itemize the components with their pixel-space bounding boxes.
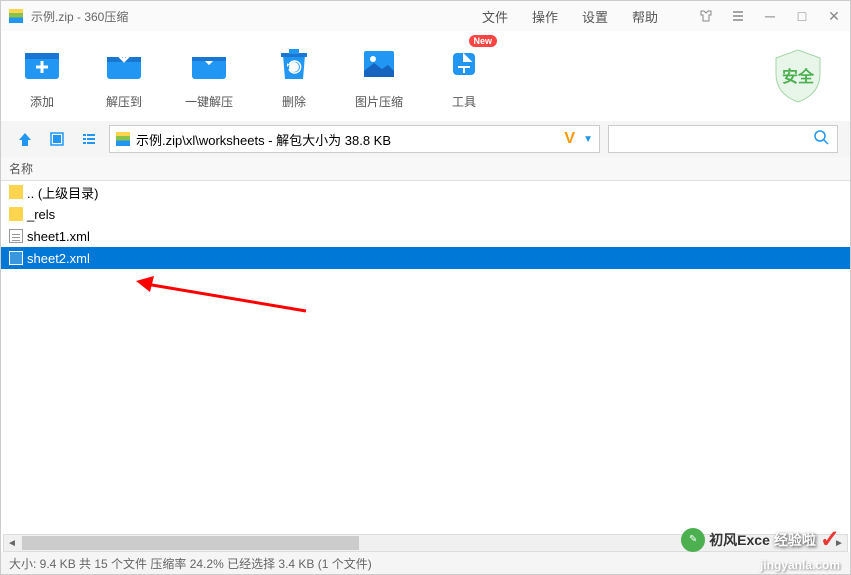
annotation-arrow — [136, 276, 316, 316]
up-button[interactable] — [13, 127, 37, 151]
skin-button[interactable] — [698, 8, 714, 24]
list-item[interactable]: sheet1.xml — [1, 225, 850, 247]
file-name: sheet2.xml — [27, 251, 90, 266]
file-name: _rels — [27, 207, 55, 222]
one-click-label: 一键解压 — [185, 93, 233, 110]
folder-icon — [9, 185, 23, 199]
path-dropdown[interactable]: ▼ — [583, 134, 593, 145]
delete-icon — [273, 43, 315, 85]
app-icon — [9, 9, 23, 23]
tools-button[interactable]: New 工具 — [443, 43, 485, 110]
menu-settings[interactable]: 设置 — [582, 7, 608, 26]
v-icon: V — [564, 130, 575, 148]
image-compress-button[interactable]: 图片压缩 — [355, 43, 403, 110]
watermark-check-icon: ✓ — [820, 525, 840, 554]
list-item[interactable]: _rels — [1, 203, 850, 225]
window-title: 示例.zip - 360压缩 — [31, 8, 128, 25]
menu-button[interactable] — [730, 8, 746, 24]
main-menu: 文件 操作 设置 帮助 — [482, 7, 658, 26]
one-click-icon — [188, 43, 230, 85]
menu-operate[interactable]: 操作 — [532, 7, 558, 26]
watermark-text2: 经验啦 — [774, 530, 816, 550]
add-button[interactable]: 添加 — [21, 43, 63, 110]
scrollbar-thumb[interactable] — [22, 536, 359, 550]
file-name: .. (上级目录) — [27, 183, 99, 202]
statusbar: 大小: 9.4 KB 共 15 个文件 压缩率 24.2% 已经选择 3.4 K… — [1, 552, 850, 574]
add-label: 添加 — [30, 93, 54, 110]
new-badge: New — [469, 35, 498, 47]
scroll-left[interactable]: ◄ — [4, 535, 20, 551]
extract-icon — [103, 43, 145, 85]
column-name: 名称 — [9, 160, 33, 177]
status-text: 大小: 9.4 KB 共 15 个文件 压缩率 24.2% 已经选择 3.4 K… — [9, 555, 372, 572]
xml-file-icon — [9, 229, 23, 243]
extract-to-label: 解压到 — [106, 93, 142, 110]
path-bar: 示例.zip\xl\worksheets - 解包大小为 38.8 KB V ▼ — [1, 121, 850, 157]
column-header[interactable]: 名称 — [1, 157, 850, 181]
svg-text:安全: 安全 — [782, 67, 815, 86]
toolbar: 添加 解压到 一键解压 删除 图片压缩 New 工具 安全 — [1, 31, 850, 121]
delete-button[interactable]: 删除 — [273, 43, 315, 110]
menu-help[interactable]: 帮助 — [632, 7, 658, 26]
view-icons-button[interactable] — [45, 127, 69, 151]
maximize-button[interactable]: □ — [794, 8, 810, 24]
delete-label: 删除 — [282, 93, 306, 110]
extract-to-button[interactable]: 解压到 — [103, 43, 145, 110]
file-name: sheet1.xml — [27, 229, 90, 244]
titlebar: 示例.zip - 360压缩 文件 操作 设置 帮助 ─ □ ✕ — [1, 1, 850, 31]
path-text: 示例.zip\xl\worksheets - 解包大小为 38.8 KB — [136, 130, 391, 149]
add-icon — [21, 43, 63, 85]
watermark-url: jingyanla.com — [760, 558, 840, 572]
list-item[interactable]: sheet2.xml — [1, 247, 850, 269]
view-list-button[interactable] — [77, 127, 101, 151]
zip-icon — [116, 132, 130, 146]
path-input[interactable]: 示例.zip\xl\worksheets - 解包大小为 38.8 KB V ▼ — [109, 125, 600, 153]
search-icon — [813, 129, 829, 150]
list-item[interactable]: .. (上级目录) — [1, 181, 850, 203]
watermark: ✎ 初风Exce 经验啦 ✓ — [681, 525, 840, 554]
image-compress-label: 图片压缩 — [355, 93, 403, 110]
search-input[interactable] — [608, 125, 838, 153]
one-click-button[interactable]: 一键解压 — [185, 43, 233, 110]
tools-icon — [443, 43, 485, 85]
safe-shield[interactable]: 安全 — [766, 44, 830, 108]
xml-file-icon — [9, 251, 23, 265]
file-list: .. (上级目录) _rels sheet1.xml sheet2.xml — [1, 181, 850, 269]
close-button[interactable]: ✕ — [826, 8, 842, 24]
menu-file[interactable]: 文件 — [482, 7, 508, 26]
image-icon — [358, 43, 400, 85]
minimize-button[interactable]: ─ — [762, 8, 778, 24]
tools-label: 工具 — [452, 93, 476, 110]
watermark-logo: ✎ — [681, 528, 705, 552]
watermark-text1: 初风Exce — [709, 530, 770, 550]
folder-icon — [9, 207, 23, 221]
